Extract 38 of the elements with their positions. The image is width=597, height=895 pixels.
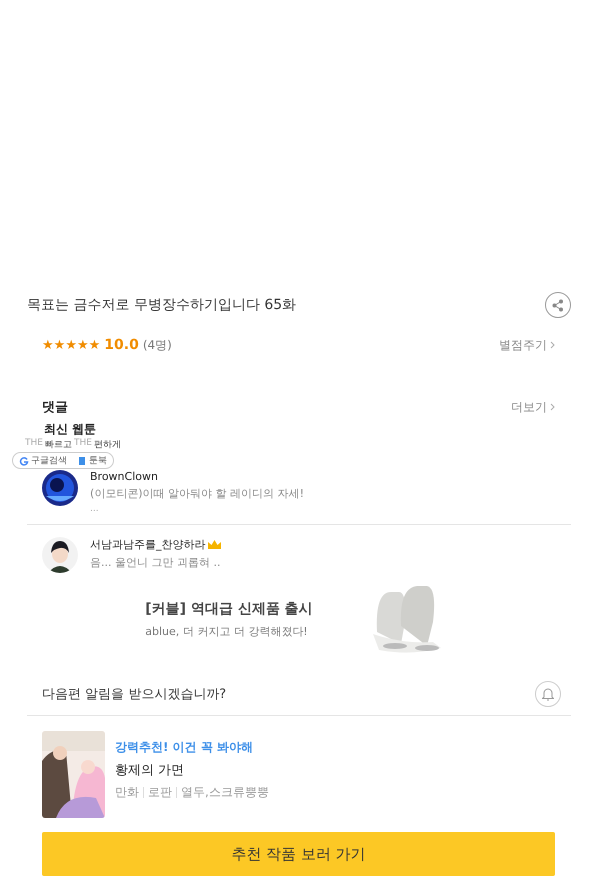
notify-question: 다음편 알림을 받으시겠습니까? [42,686,226,703]
recommend-button[interactable]: 추천 작품 보러 가기 [42,832,555,876]
ad-title[interactable]: [커블] 역대급 신제품 출시 [145,600,313,618]
separator-bar [143,787,144,798]
comment-text: (이모티콘)이때 알아둬야 할 레이디의 자세! [90,486,304,501]
widget-link[interactable]: 툰북 [77,454,107,467]
google-icon [19,456,29,466]
share-icon [552,298,564,312]
book-icon [77,456,87,466]
tagline-word: THE [74,438,92,450]
bell-icon [542,687,554,701]
rating-count: (4명) [142,336,172,354]
star-rating: ★★★★★ [42,338,100,352]
share-button[interactable] [545,292,571,318]
chevron-right-icon [550,341,555,349]
chevron-right-icon [550,403,555,411]
genre-label: 열두,스크류뿡뿡 [181,784,269,801]
tagline-word: THE [25,438,43,450]
ellipsis-text: ... [90,504,100,514]
recommend-tag: 강력추천! 이건 꼭 봐야해 [115,739,269,756]
more-link[interactable]: 더보기 [511,398,555,416]
comment-text: 음... 울언니 그만 괴롭혀 .. [90,555,220,570]
separator-bar [176,787,177,798]
bell-button[interactable] [535,681,561,707]
comment-author: 서남과남주를_찬양하라 [90,537,220,552]
genre-label: 만화 [115,784,139,801]
widget-title: 최신 웹툰 [44,421,96,438]
ad-subtitle: ablue, 더 커지고 더 강력해졌다! [145,624,308,638]
recommend-title[interactable]: 황제의 가면 [115,761,269,779]
comments-heading: 댓글 [42,399,68,416]
widget-link[interactable]: 구글검색 [19,454,67,467]
genre-label: 로판 [148,784,172,801]
rating-score: 10.0 [104,337,139,353]
tagline-word: 편하게 [94,439,121,451]
comment-author: BrownClown [90,470,159,483]
tagline-word: 빠르고 [44,439,72,451]
rate-link[interactable]: 별점주기 [499,336,555,354]
episode-title: 목표는 금수저로 무병장수하기입니다 65화 [27,296,296,314]
